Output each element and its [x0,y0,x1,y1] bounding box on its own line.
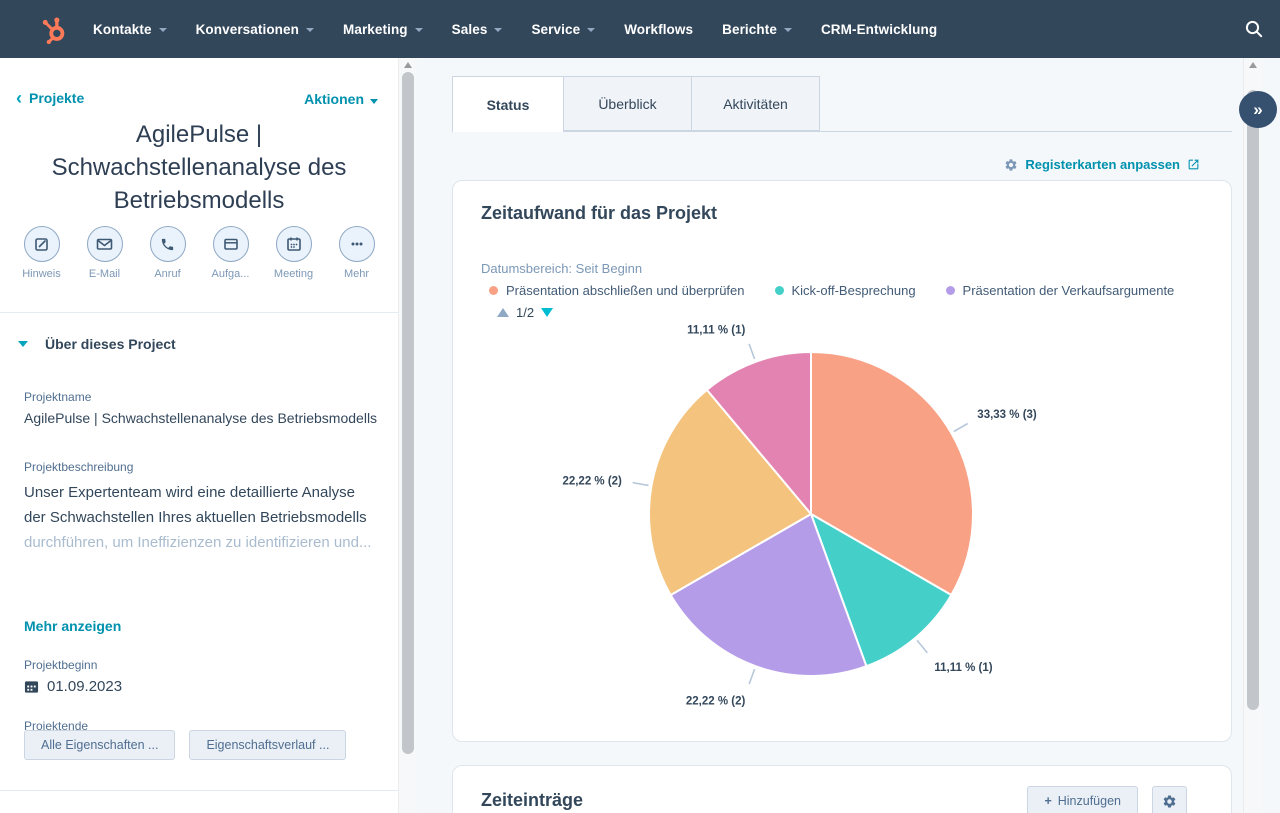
add-time-entry-button[interactable]: +Hinzufügen [1027,786,1138,813]
note-icon [34,236,50,252]
call-button[interactable]: Anruf [145,226,191,280]
quick-actions: Hinweis E-Mail Anruf Aufga... Meeting Me… [0,226,398,280]
chevron-down-icon [784,28,792,32]
scroll-up-icon[interactable] [1249,62,1257,68]
page-title: AgilePulse | Schwachstellenanalyse des B… [18,118,380,217]
sidebar-scrollbar[interactable] [398,58,417,813]
plus-icon: + [1044,794,1051,808]
project-name-label: Projektname [24,390,91,404]
scrollbar-thumb[interactable] [402,72,414,754]
chevron-down-icon [494,28,502,32]
about-section-toggle[interactable]: Über dieses Project [18,336,176,352]
nav-item-service[interactable]: Service [531,22,595,37]
all-properties-button[interactable]: Alle Eigenschaften ... [24,730,175,760]
email-icon [96,236,113,252]
scrollbar-thumb[interactable] [1247,90,1259,710]
main-scrollbar[interactable] [1243,58,1262,813]
project-sidebar: ‹Projekte Aktionen AgilePulse | Schwachs… [0,58,398,813]
date-range-label: Datumsbereich: Seit Beginn [481,261,642,276]
project-start-value[interactable]: 01.09.2023 [24,678,122,695]
nav-item-crm-entwicklung[interactable]: CRM-Entwicklung [821,22,937,37]
email-button[interactable]: E-Mail [82,226,128,280]
project-description-value[interactable]: Unser Expertenteam wird eine detailliert… [24,480,384,555]
legend-item[interactable]: Präsentation der Verkaufsargumente [946,283,1175,298]
more-button[interactable]: Mehr [334,226,380,280]
page-indicator: 1/2 [516,305,534,320]
note-button[interactable]: Hinweis [19,226,65,280]
top-nav: Kontakte Konversationen Marketing Sales … [0,0,1280,58]
nav-item-marketing[interactable]: Marketing [343,22,423,37]
pie-chart[interactable]: 33,33 % (3) 11,11 % (1) 22,22 % (2) 22,22 %… [453,321,1233,733]
external-link-icon [1187,158,1200,171]
nav-item-konversationen[interactable]: Konversationen [196,22,314,37]
legend-dot [946,286,955,295]
chevron-down-icon [159,28,167,32]
calendar-icon [286,236,302,252]
search-icon[interactable] [1244,19,1264,44]
project-start-label: Projektbeginn [24,658,97,672]
legend-dot [775,286,784,295]
phone-icon [160,237,175,252]
main-content: Status Überblick Aktivitäten Registerkar… [418,58,1244,813]
time-spent-card: Zeitaufwand für das Projekt Datumsbereic… [452,180,1232,742]
divider [0,790,398,791]
scroll-up-icon[interactable] [404,62,412,68]
calendar-icon [24,679,39,694]
project-description-label: Projektbeschreibung [24,460,133,474]
record-tabs: Status Überblick Aktivitäten [452,76,820,132]
legend-item[interactable]: Kick-off-Besprechung [775,283,916,298]
meeting-button[interactable]: Meeting [271,226,317,280]
chart-title: Zeitaufwand für das Projekt [481,203,717,224]
nav-item-sales[interactable]: Sales [452,22,503,37]
ellipsis-icon [349,236,365,252]
entries-title: Zeiteinträge [481,790,583,811]
legend-item[interactable]: Präsentation abschließen und überprüfen [489,283,745,298]
show-more-link[interactable]: Mehr anzeigen [24,618,121,634]
chevron-left-icon: ‹ [16,88,22,108]
gear-icon [1004,158,1018,172]
actions-dropdown[interactable]: Aktionen [304,91,378,107]
pie-slice-label: 11,11 % (1) [934,662,992,674]
project-name-value[interactable]: AgilePulse | Schwachstellenanalyse des B… [24,410,390,426]
nav-item-workflows[interactable]: Workflows [624,22,693,37]
tab-ueberblick[interactable]: Überblick [564,76,692,131]
legend-pager: 1/2 [497,305,553,320]
main-menu: Kontakte Konversationen Marketing Sales … [93,22,937,37]
task-button[interactable]: Aufga... [208,226,254,280]
chart-legend: Präsentation abschließen und überprüfen … [489,283,1174,298]
chevron-down-icon [370,99,378,104]
pie-slice-label: 22,22 % (2) [562,476,622,488]
pie-slice-label: 22,22 % (2) [686,695,746,707]
customize-tabs-link[interactable]: Registerkarten anpassen [1004,157,1200,172]
collapse-panel-button[interactable]: » [1239,91,1277,128]
nav-item-berichte[interactable]: Berichte [722,22,792,37]
nav-item-kontakte[interactable]: Kontakte [93,22,167,37]
hubspot-app: Kontakte Konversationen Marketing Sales … [0,0,1280,813]
page-down-icon[interactable] [541,308,553,317]
legend-dot [489,286,498,295]
entries-settings-button[interactable] [1152,786,1187,813]
chevron-down-icon [415,28,423,32]
pie-slice-label: 11,11 % (1) [687,325,745,337]
task-icon [223,236,239,252]
chevron-down-icon [306,28,314,32]
chevron-down-icon [587,28,595,32]
tab-aktivitaeten[interactable]: Aktivitäten [692,76,820,131]
divider [0,312,398,313]
property-history-button[interactable]: Eigenschaftsverlauf ... [189,730,346,760]
tab-status[interactable]: Status [452,76,564,132]
gear-icon [1162,794,1177,809]
back-to-projects-link[interactable]: ‹Projekte [16,88,84,109]
pie-slice-label: 33,33 % (3) [977,409,1037,421]
page-up-icon[interactable] [497,308,509,317]
hubspot-logo-icon[interactable] [40,15,67,44]
time-entries-card: Zeiteinträge +Hinzufügen [452,765,1232,813]
chevron-down-icon [18,341,28,347]
